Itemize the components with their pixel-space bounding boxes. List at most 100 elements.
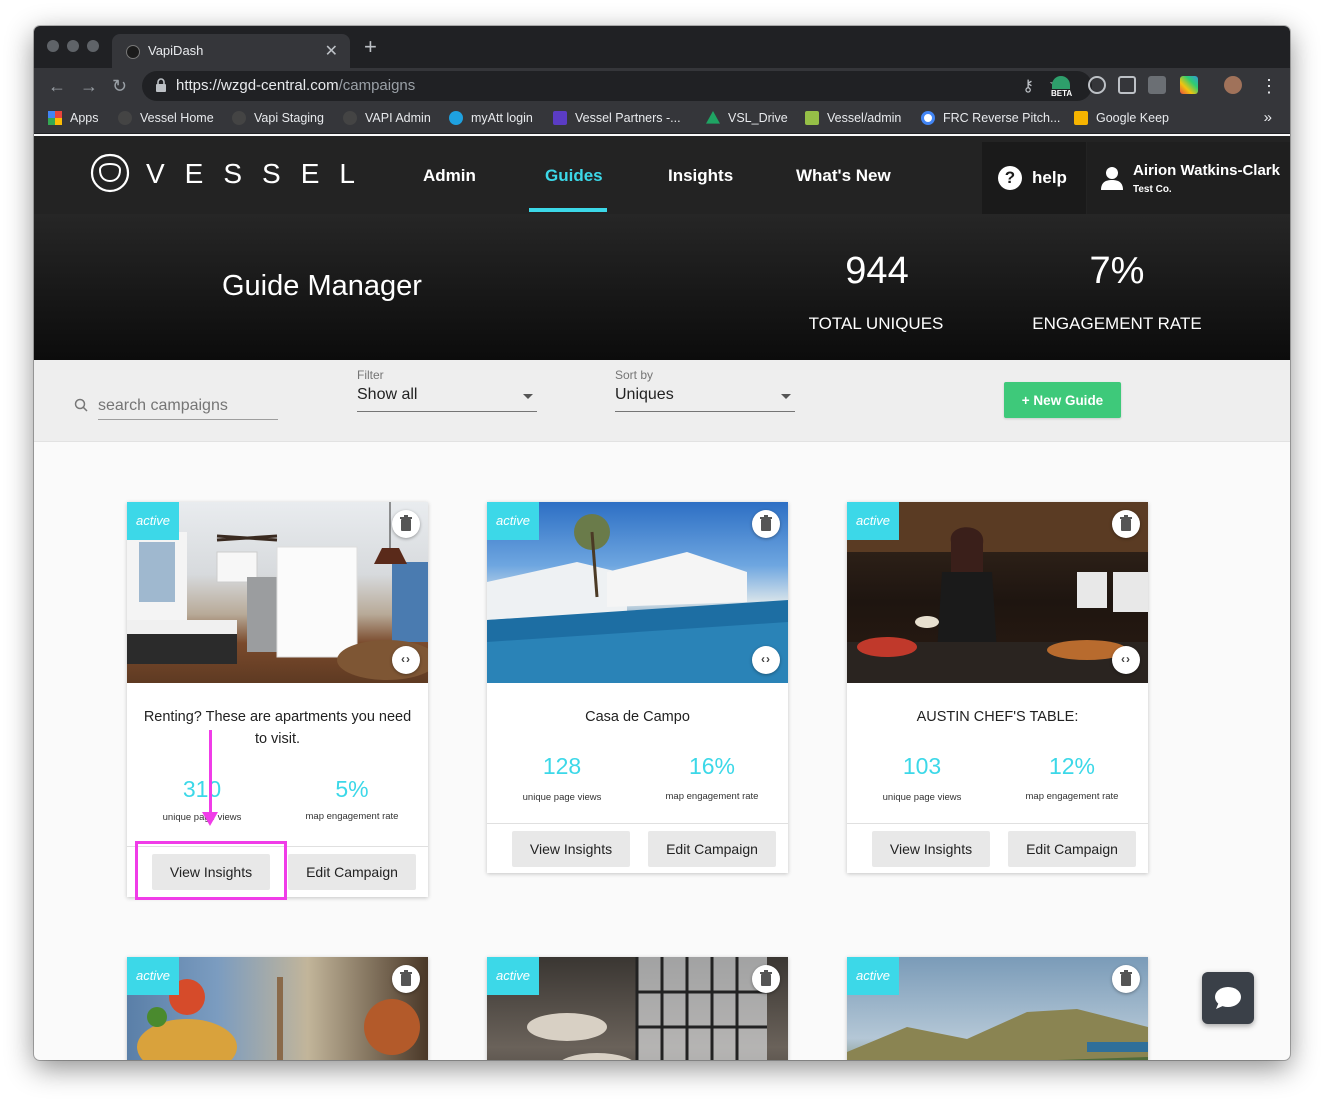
reload-icon[interactable]: ↻ — [112, 76, 127, 96]
edit-campaign-button[interactable]: Edit Campaign — [1008, 831, 1136, 867]
search-input[interactable] — [98, 392, 278, 420]
engagement-rate-label: ENGAGEMENT RATE — [1032, 314, 1202, 333]
close-window-icon[interactable] — [47, 40, 59, 52]
unique-page-views-value: 310 — [182, 776, 222, 802]
chat-extension-icon[interactable] — [1148, 76, 1166, 94]
campaign-card: active ‹› Renting? These are apartments … — [127, 502, 428, 897]
total-uniques-value: 944 — [845, 250, 909, 292]
status-badge: active — [487, 502, 539, 540]
nav-guides[interactable]: Guides — [545, 166, 603, 186]
chevron-down-icon — [523, 394, 533, 399]
help-label: help — [1032, 168, 1067, 187]
chat-bubble-icon — [1215, 987, 1241, 1009]
trash-icon[interactable] — [1112, 510, 1140, 538]
embed-code-icon[interactable]: ‹› — [1112, 646, 1140, 674]
bookmark-vessel-home[interactable]: Vessel Home — [118, 111, 214, 125]
unique-page-views-value: 103 — [902, 753, 942, 779]
color-extension-icon[interactable] — [1180, 76, 1198, 94]
bookmark-myatt-login[interactable]: myAtt login — [449, 111, 533, 125]
status-badge: active — [847, 502, 899, 540]
edit-campaign-button[interactable]: Edit Campaign — [648, 831, 776, 867]
trash-icon[interactable] — [1112, 965, 1140, 993]
menu-dots-icon[interactable]: ⋮ — [1260, 76, 1278, 96]
user-icon — [1101, 167, 1123, 190]
card-divider — [487, 823, 788, 824]
address-bar[interactable]: https://wzgd-central.com/campaigns ⚷ ☆ — [142, 71, 1092, 101]
map-engagement-rate-value: 5% — [335, 776, 369, 802]
edit-campaign-button[interactable]: Edit Campaign — [288, 854, 416, 890]
map-engagement-rate-value: 12% — [1048, 753, 1096, 779]
vessel-logo-icon[interactable] — [88, 152, 132, 194]
status-badge: active — [127, 502, 179, 540]
guide-manager-hero: Guide Manager 944 TOTAL UNIQUES 7% ENGAG… — [34, 214, 1290, 360]
bookmark-frc-reverse-pitch[interactable]: FRC Reverse Pitch... — [921, 111, 1060, 125]
filter-value: Show all — [357, 386, 418, 403]
bookmark-vessel-partners[interactable]: Vessel Partners -... — [553, 111, 681, 125]
map-engagement-rate-label: map engagement rate — [1025, 791, 1119, 802]
brand-wordmark: VESSEL — [146, 158, 375, 189]
bookmark-vsl-drive[interactable]: VSL_Drive — [706, 111, 788, 125]
help-button[interactable]: ? help — [982, 142, 1086, 214]
beta-badge: BETA — [1048, 89, 1076, 98]
unique-page-views-value: 128 — [542, 753, 582, 779]
browser-toolbar: ← → ↻ https://wzgd-central.com/campaigns… — [34, 68, 1290, 104]
campaign-title: Casa de Campo — [585, 709, 690, 725]
browser-window: VapiDash ✕ + ← → ↻ https://wzgd-central.… — [34, 26, 1290, 1060]
annotation-arrow-head-icon — [202, 812, 218, 826]
campaign-card: active — [847, 957, 1148, 1060]
favicon-icon — [126, 45, 140, 59]
browser-tab[interactable]: VapiDash ✕ — [112, 34, 350, 68]
bookmark-vapi-staging[interactable]: Vapi Staging — [232, 111, 324, 125]
lock-icon — [156, 78, 166, 92]
trash-icon[interactable] — [752, 510, 780, 538]
campaign-title: AUSTIN CHEF'S TABLE: — [916, 709, 1079, 725]
profile-avatar[interactable] — [1224, 76, 1242, 94]
close-tab-icon[interactable]: ✕ — [325, 41, 338, 61]
key-icon[interactable]: ⚷ — [1022, 76, 1034, 96]
card-divider — [847, 823, 1148, 824]
nav-whats-new[interactable]: What's New — [796, 166, 891, 186]
filter-label: Filter — [357, 368, 384, 382]
bookmarks-more-icon[interactable]: » — [1264, 109, 1272, 126]
trash-icon[interactable] — [392, 510, 420, 538]
new-guide-button[interactable]: + New Guide — [1004, 382, 1121, 418]
campaign-card: active — [487, 957, 788, 1060]
nav-admin[interactable]: Admin — [423, 166, 476, 186]
filter-bar: Filter Show all Sort by Uniques + New Gu… — [34, 360, 1290, 442]
nav-insights[interactable]: Insights — [668, 166, 733, 186]
chat-button[interactable] — [1202, 972, 1254, 1024]
bookmark-google-keep[interactable]: Google Keep — [1074, 111, 1169, 125]
bulb-extension-icon[interactable] — [1088, 76, 1106, 94]
filter-select[interactable]: Show all — [357, 386, 537, 412]
maximize-window-icon[interactable] — [87, 40, 99, 52]
forward-icon[interactable]: → — [80, 76, 98, 96]
view-insights-button[interactable]: View Insights — [512, 831, 630, 867]
active-nav-indicator — [529, 208, 607, 212]
embed-code-icon[interactable]: ‹› — [752, 646, 780, 674]
bookmark-apps[interactable]: Apps — [48, 111, 99, 125]
help-icon: ? — [998, 166, 1022, 190]
trash-icon[interactable] — [392, 965, 420, 993]
user-menu[interactable]: Airion Watkins-Clark Test Co. — [1087, 142, 1290, 214]
chevron-down-icon — [781, 394, 791, 399]
back-icon[interactable]: ← — [48, 76, 66, 96]
sort-label: Sort by — [615, 368, 654, 382]
status-badge: active — [487, 957, 539, 995]
embed-code-icon[interactable]: ‹› — [392, 646, 420, 674]
trash-icon[interactable] — [752, 965, 780, 993]
search-icon — [74, 398, 88, 412]
grammarly-extension-icon[interactable] — [1118, 76, 1136, 94]
new-tab-icon[interactable]: + — [364, 36, 377, 58]
user-organization: Test Co. — [1133, 184, 1172, 195]
app-header: VESSEL Admin Guides Insights What's New … — [34, 136, 1290, 214]
tab-strip: VapiDash ✕ + — [34, 26, 1290, 68]
bookmark-vessel-admin[interactable]: Vessel/admin — [805, 111, 901, 125]
sort-value: Uniques — [615, 386, 674, 403]
sort-select[interactable]: Uniques — [615, 386, 795, 412]
view-insights-button[interactable]: View Insights — [872, 831, 990, 867]
bookmark-vapi-admin[interactable]: VAPI Admin — [343, 111, 431, 125]
annotation-arrow-line — [209, 730, 212, 816]
tab-title: VapiDash — [148, 43, 204, 58]
minimize-window-icon[interactable] — [67, 40, 79, 52]
campaign-card: active ‹› AUSTIN CHEF'S TABLE: 103 uniqu… — [847, 502, 1148, 873]
